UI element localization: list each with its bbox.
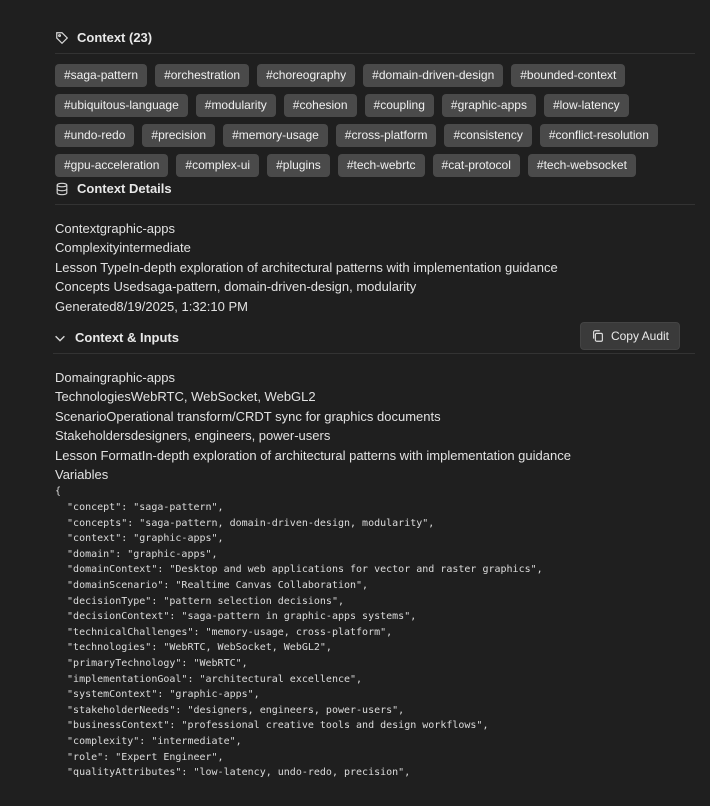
context-details-list: Contextgraphic-apps Complexityintermedia… [55, 205, 695, 316]
context-tag[interactable]: #consistency [444, 124, 532, 147]
details-section-title: Context Details [77, 181, 172, 196]
copy-audit-button[interactable]: Copy Audit [579, 322, 680, 351]
detail-row-generated: Generated8/19/2025, 1:32:10 PM [55, 298, 248, 314]
context-tag[interactable]: #precision [142, 124, 216, 147]
input-row-variables: Variables [55, 467, 109, 483]
input-row-domain: Domaingraphic-apps [55, 370, 175, 386]
context-tag[interactable]: #cat-protocol [432, 154, 520, 177]
database-icon [55, 182, 69, 196]
context-tag[interactable]: #cross-platform [335, 124, 437, 147]
context-tag[interactable]: #coupling [364, 94, 434, 117]
copy-icon [591, 329, 605, 343]
context-tag[interactable]: #gpu-acceleration [55, 154, 169, 177]
context-section-header: Context (23) [55, 30, 695, 54]
context-tag[interactable]: #cohesion [283, 94, 357, 117]
context-section-title: Context (23) [77, 30, 153, 45]
detail-row-complexity: Complexityintermediate [55, 240, 191, 256]
variables-code-block: { "concept": "saga-pattern", "concepts":… [55, 486, 543, 779]
input-row-stakeholders: Stakeholdersdesigners, engineers, power-… [55, 428, 331, 444]
context-tag[interactable]: #complex-ui [176, 154, 260, 177]
copy-audit-label: Copy Audit [610, 329, 669, 344]
context-tag[interactable]: #ubiquitous-language [55, 94, 188, 117]
context-tag[interactable]: #orchestration [155, 64, 250, 87]
detail-row-concepts-used: Concepts Usedsaga-pattern, domain-driven… [55, 279, 417, 295]
input-row-scenario: ScenarioOperational transform/CRDT sync … [55, 408, 441, 424]
context-tag[interactable]: #memory-usage [223, 124, 328, 147]
tag-icon [55, 31, 69, 45]
detail-row-lesson-type: Lesson TypeIn-depth exploration of archi… [55, 259, 558, 275]
context-tag[interactable]: #tech-webrtc [337, 154, 425, 177]
context-tag[interactable]: #bounded-context [511, 64, 626, 87]
context-tag[interactable]: #choreography [257, 64, 356, 87]
context-inputs-list: Domaingraphic-apps TechnologiesWebRTC, W… [55, 354, 695, 484]
context-tag-list: #saga-pattern #orchestration #choreograp… [55, 54, 695, 177]
details-section-header: Context Details [55, 181, 695, 205]
context-tag[interactable]: #plugins [267, 154, 330, 177]
context-tag[interactable]: #graphic-apps [441, 94, 536, 117]
context-tag[interactable]: #modularity [195, 94, 276, 117]
detail-row-context: Contextgraphic-apps [55, 221, 175, 236]
context-tag[interactable]: #low-latency [543, 94, 629, 117]
inputs-section-title: Context & Inputs [75, 330, 179, 346]
input-row-lesson-format: Lesson FormatIn-depth exploration of arc… [55, 447, 571, 463]
context-tag[interactable]: #domain-driven-design [363, 64, 504, 87]
context-tag[interactable]: #undo-redo [55, 124, 135, 147]
context-tag[interactable]: #conflict-resolution [539, 124, 658, 147]
context-tag[interactable]: #saga-pattern [55, 64, 148, 87]
context-tag[interactable]: #tech-websocket [527, 154, 636, 177]
chevron-down-icon[interactable] [53, 331, 67, 345]
input-row-technologies: TechnologiesWebRTC, WebSocket, WebGL2 [55, 389, 316, 405]
